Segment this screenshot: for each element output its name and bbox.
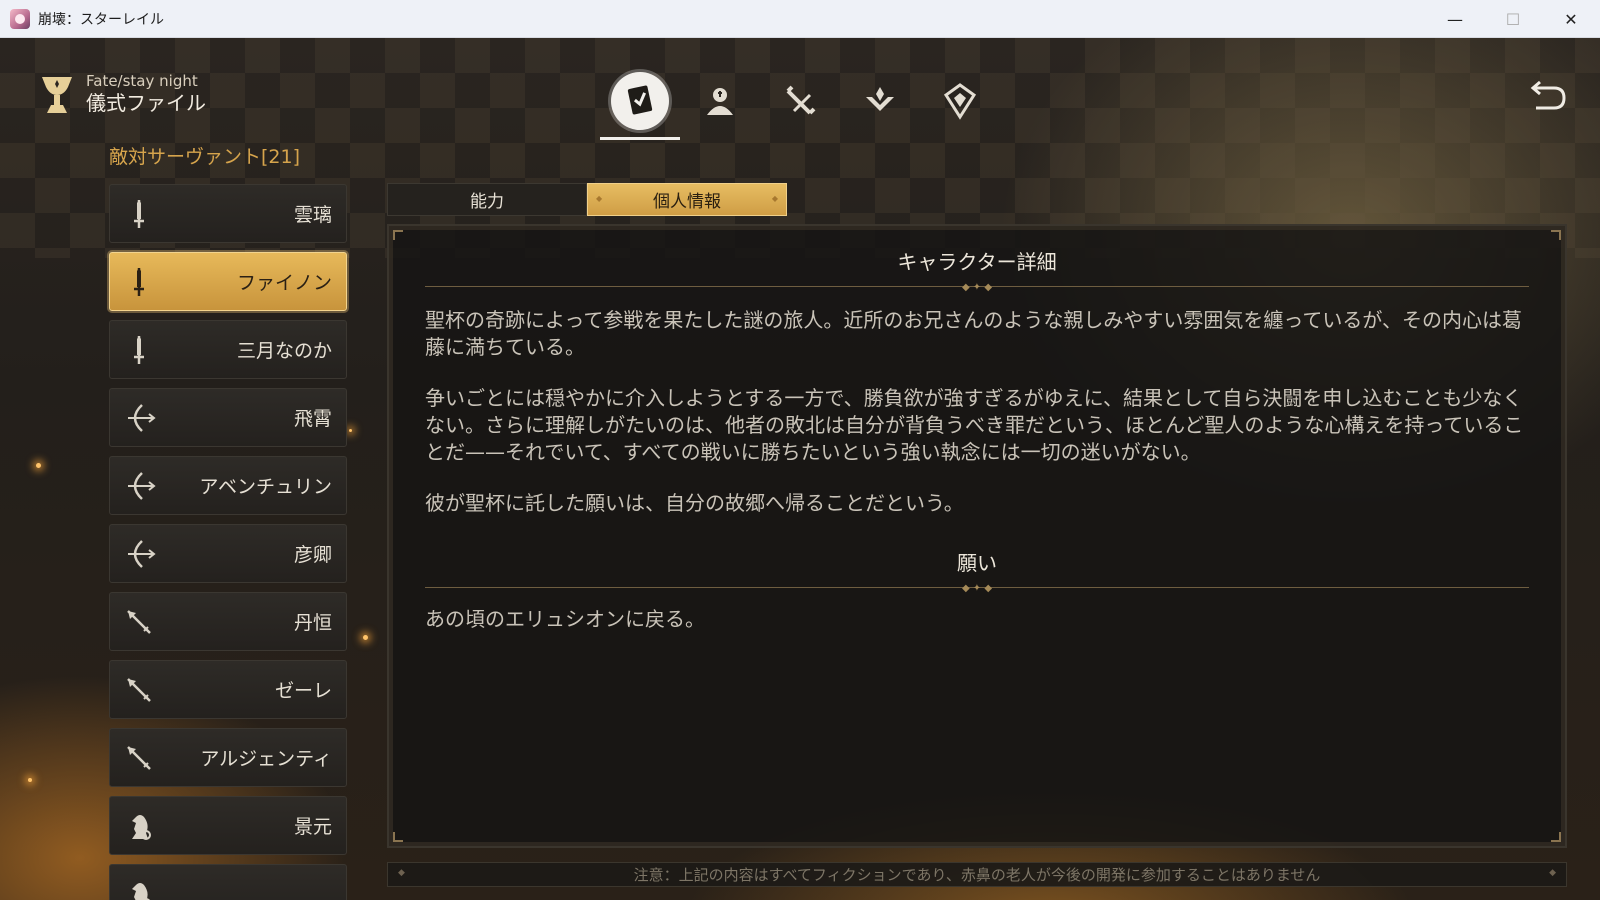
lance-icon bbox=[127, 677, 151, 702]
panel-corner bbox=[1551, 832, 1561, 842]
header-subtitle: Fate/stay night bbox=[86, 72, 198, 90]
ember-particle bbox=[28, 778, 32, 782]
nav-battle-tab[interactable] bbox=[760, 60, 840, 142]
window-controls: — ☐ ✕ bbox=[1426, 0, 1600, 38]
detail-paragraph: 聖杯の奇跡によって参戦を果たした謎の旅人。近所のお兄さんのような親しみやすい雰囲… bbox=[425, 308, 1522, 359]
lance-icon bbox=[127, 609, 151, 634]
servant-list-item[interactable]: ゼーレ bbox=[109, 660, 347, 719]
minimize-button[interactable]: — bbox=[1426, 0, 1484, 38]
window-title: 崩壊：スターレイル bbox=[38, 11, 164, 28]
sword-slash-icon bbox=[786, 85, 816, 115]
wish-text: あの頃のエリュシオンに戻る。 bbox=[425, 607, 705, 631]
servant-list-item[interactable]: 三月なのか bbox=[109, 320, 347, 379]
nav-servant-tab[interactable] bbox=[680, 60, 760, 142]
character-detail-title: キャラクター詳細 bbox=[897, 250, 1057, 274]
servant-name: 彦卿 bbox=[293, 544, 332, 566]
enemy-servant-heading: 敵対サーヴァント[21] bbox=[109, 146, 301, 168]
wish-title: 願い bbox=[957, 551, 997, 575]
panel-corner bbox=[1551, 230, 1561, 240]
section-divider: ◆ ✦ ◆ bbox=[425, 582, 1529, 594]
maximize-button[interactable]: ☐ bbox=[1484, 0, 1542, 38]
sword-icon bbox=[134, 335, 144, 364]
nav-crest-tab[interactable] bbox=[920, 60, 1000, 142]
servant-list-item[interactable]: 彦卿 bbox=[109, 524, 347, 583]
ritual-file-header: Fate/stay night 儀式ファイル bbox=[38, 72, 206, 116]
servant-name: 景元 bbox=[293, 816, 332, 838]
ember-particle bbox=[349, 429, 352, 432]
crest-emblem-icon bbox=[943, 83, 977, 120]
panel-corner bbox=[393, 832, 403, 842]
servant-list-item[interactable]: 雲璃 bbox=[109, 184, 347, 243]
servant-bust-icon bbox=[707, 88, 733, 115]
servant-name: 雲璃 bbox=[293, 204, 332, 226]
servant-name: アルジェンティ bbox=[200, 748, 332, 770]
servant-name: 丹恒 bbox=[293, 612, 332, 634]
character-detail-panel: キャラクター詳細 ◆ ✦ ◆ 聖杯の奇跡によって参戦を果たした謎の旅人。近所のお… bbox=[387, 224, 1567, 848]
servant-list-item[interactable]: 飛霄 bbox=[109, 388, 347, 447]
bow-icon bbox=[128, 471, 156, 500]
close-button[interactable]: ✕ bbox=[1542, 0, 1600, 38]
nav-file-tab[interactable] bbox=[600, 60, 680, 142]
lance-icon bbox=[127, 745, 151, 770]
servant-name: 三月なのか bbox=[236, 340, 332, 362]
ember-particle bbox=[36, 463, 41, 468]
knight-icon bbox=[132, 814, 151, 840]
back-arrow-icon[interactable] bbox=[1528, 76, 1568, 112]
top-navigation bbox=[600, 60, 1000, 142]
panel-corner bbox=[393, 230, 403, 240]
app-icon bbox=[10, 8, 30, 29]
servant-name: 飛霄 bbox=[293, 408, 332, 430]
servant-list-item[interactable]: 丹恒 bbox=[109, 592, 347, 651]
knight-icon bbox=[132, 882, 151, 900]
footnote-ornament: ◆ bbox=[1549, 868, 1556, 878]
servant-list-item[interactable]: ファイノン bbox=[109, 252, 347, 311]
tab-personal-info[interactable]: 個人情報 bbox=[587, 183, 787, 216]
servant-list-item[interactable]: アルジェンティ bbox=[109, 728, 347, 787]
disclaimer-footnote: ◆ 注意：上記の内容はすべてフィクションであり、赤鼻の老人が今後の開発に参加する… bbox=[387, 862, 1567, 887]
header-title: 儀式ファイル bbox=[86, 91, 206, 115]
bow-icon bbox=[128, 539, 156, 568]
chevron-emblem-icon bbox=[866, 87, 894, 111]
servant-list-item[interactable]: アベンチュリン bbox=[109, 456, 347, 515]
sword-icon bbox=[134, 199, 144, 228]
disclaimer-text: 注意：上記の内容はすべてフィクションであり、赤鼻の老人が今後の開発に参加すること… bbox=[633, 866, 1321, 884]
servant-name: ファイノン bbox=[236, 272, 332, 294]
servant-list: 雲璃ファイノン三月なのか飛霄アベンチュリン彦卿丹恒ゼーレアルジェンティ景元 bbox=[109, 184, 347, 900]
footnote-ornament: ◆ bbox=[398, 868, 405, 878]
servant-list-item[interactable]: 景元 bbox=[109, 796, 347, 855]
bow-icon bbox=[128, 403, 156, 432]
detail-paragraph: 彼が聖杯に託した願いは、自分の故郷へ帰ることだという。 bbox=[425, 491, 964, 515]
ember-particle bbox=[363, 635, 368, 640]
nav-rank-tab[interactable] bbox=[840, 60, 920, 142]
sword-icon bbox=[134, 267, 144, 296]
tab-ability[interactable]: 能力 bbox=[387, 183, 587, 216]
file-card-icon bbox=[627, 85, 653, 115]
servant-list-item[interactable] bbox=[109, 864, 347, 900]
game-viewport: Fate/stay night 儀式ファイル 敵対サーヴァント[21] 雲璃 フ… bbox=[0, 38, 1600, 900]
window-titlebar: 崩壊：スターレイル — ☐ ✕ bbox=[0, 0, 1600, 38]
grail-icon bbox=[42, 77, 72, 113]
servant-name: アベンチュリン bbox=[199, 476, 332, 498]
servant-name: ゼーレ bbox=[274, 680, 332, 702]
section-divider: ◆ ✦ ◆ bbox=[425, 281, 1529, 293]
detail-paragraph: 争いごとには穏やかに介入しようとする一方で、勝負欲が強すぎるがゆえに、結果として… bbox=[425, 386, 1524, 464]
detail-tabs: 能力 個人情報 bbox=[387, 183, 787, 216]
